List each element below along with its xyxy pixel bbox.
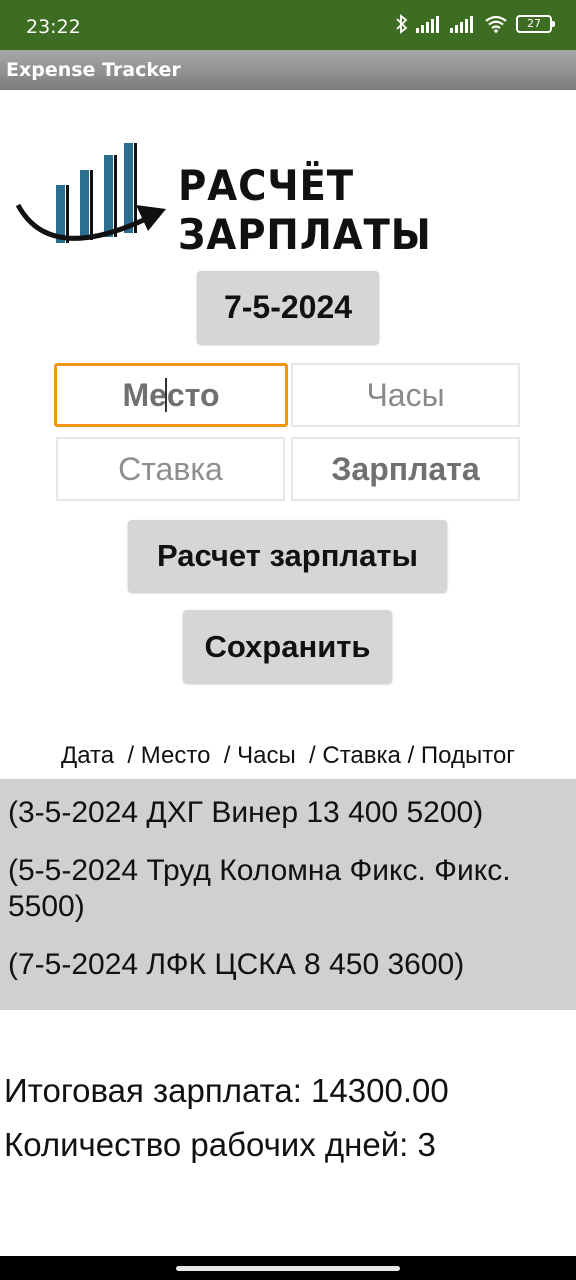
- bluetooth-icon: [396, 14, 408, 34]
- logo-text: РАСЧЁТ ЗАРПЛАТЫ: [178, 161, 432, 259]
- battery-icon: 27: [516, 15, 555, 33]
- wifi-icon: [484, 15, 508, 33]
- list-item[interactable]: (3-5-2024 ДХГ Винер 13 400 5200): [8, 795, 568, 831]
- place-input-placeholder-after: сто: [166, 376, 220, 413]
- status-time: 23:22: [26, 16, 81, 38]
- app-bar: Expense Tracker: [0, 50, 576, 90]
- list-item[interactable]: (5-5-2024 Труд Коломна Фикс. Фикс. 5500): [8, 853, 568, 925]
- total-salary: Итоговая зарплата: 14300.00: [4, 1072, 449, 1109]
- salary-field[interactable]: Зарплата: [291, 437, 520, 501]
- save-button[interactable]: Сохранить: [183, 610, 392, 683]
- navigation-bar: [0, 1256, 576, 1280]
- signal-icon: [416, 15, 442, 33]
- hours-input[interactable]: Часы: [291, 363, 520, 427]
- home-gesture-handle[interactable]: [176, 1266, 400, 1271]
- calculate-salary-button[interactable]: Расчет зарплаты: [128, 520, 447, 592]
- app-title: Expense Tracker: [6, 59, 181, 81]
- app-logo: РАСЧЁТ ЗАРПЛАТЫ: [10, 135, 566, 260]
- list-header: Дата / Место / Часы / Ставка / Подытог: [60, 742, 516, 769]
- status-bar: 23:22 27: [0, 0, 576, 50]
- signal-icon: [450, 15, 476, 33]
- rate-input[interactable]: Ставка: [56, 437, 285, 501]
- list-item[interactable]: (7-5-2024 ЛФК ЦСКА 8 450 3600): [8, 947, 568, 983]
- place-input-placeholder-before: Ме: [122, 376, 167, 413]
- status-icons: 27: [396, 14, 555, 34]
- chart-arrow-icon: [15, 143, 166, 243]
- date-picker-button[interactable]: 7-5-2024: [197, 271, 379, 344]
- place-input[interactable]: Ме сто: [54, 363, 288, 427]
- records-list[interactable]: (3-5-2024 ДХГ Винер 13 400 5200) (5-5-20…: [0, 779, 576, 1010]
- work-days-count: Количество рабочих дней: 3: [4, 1126, 436, 1163]
